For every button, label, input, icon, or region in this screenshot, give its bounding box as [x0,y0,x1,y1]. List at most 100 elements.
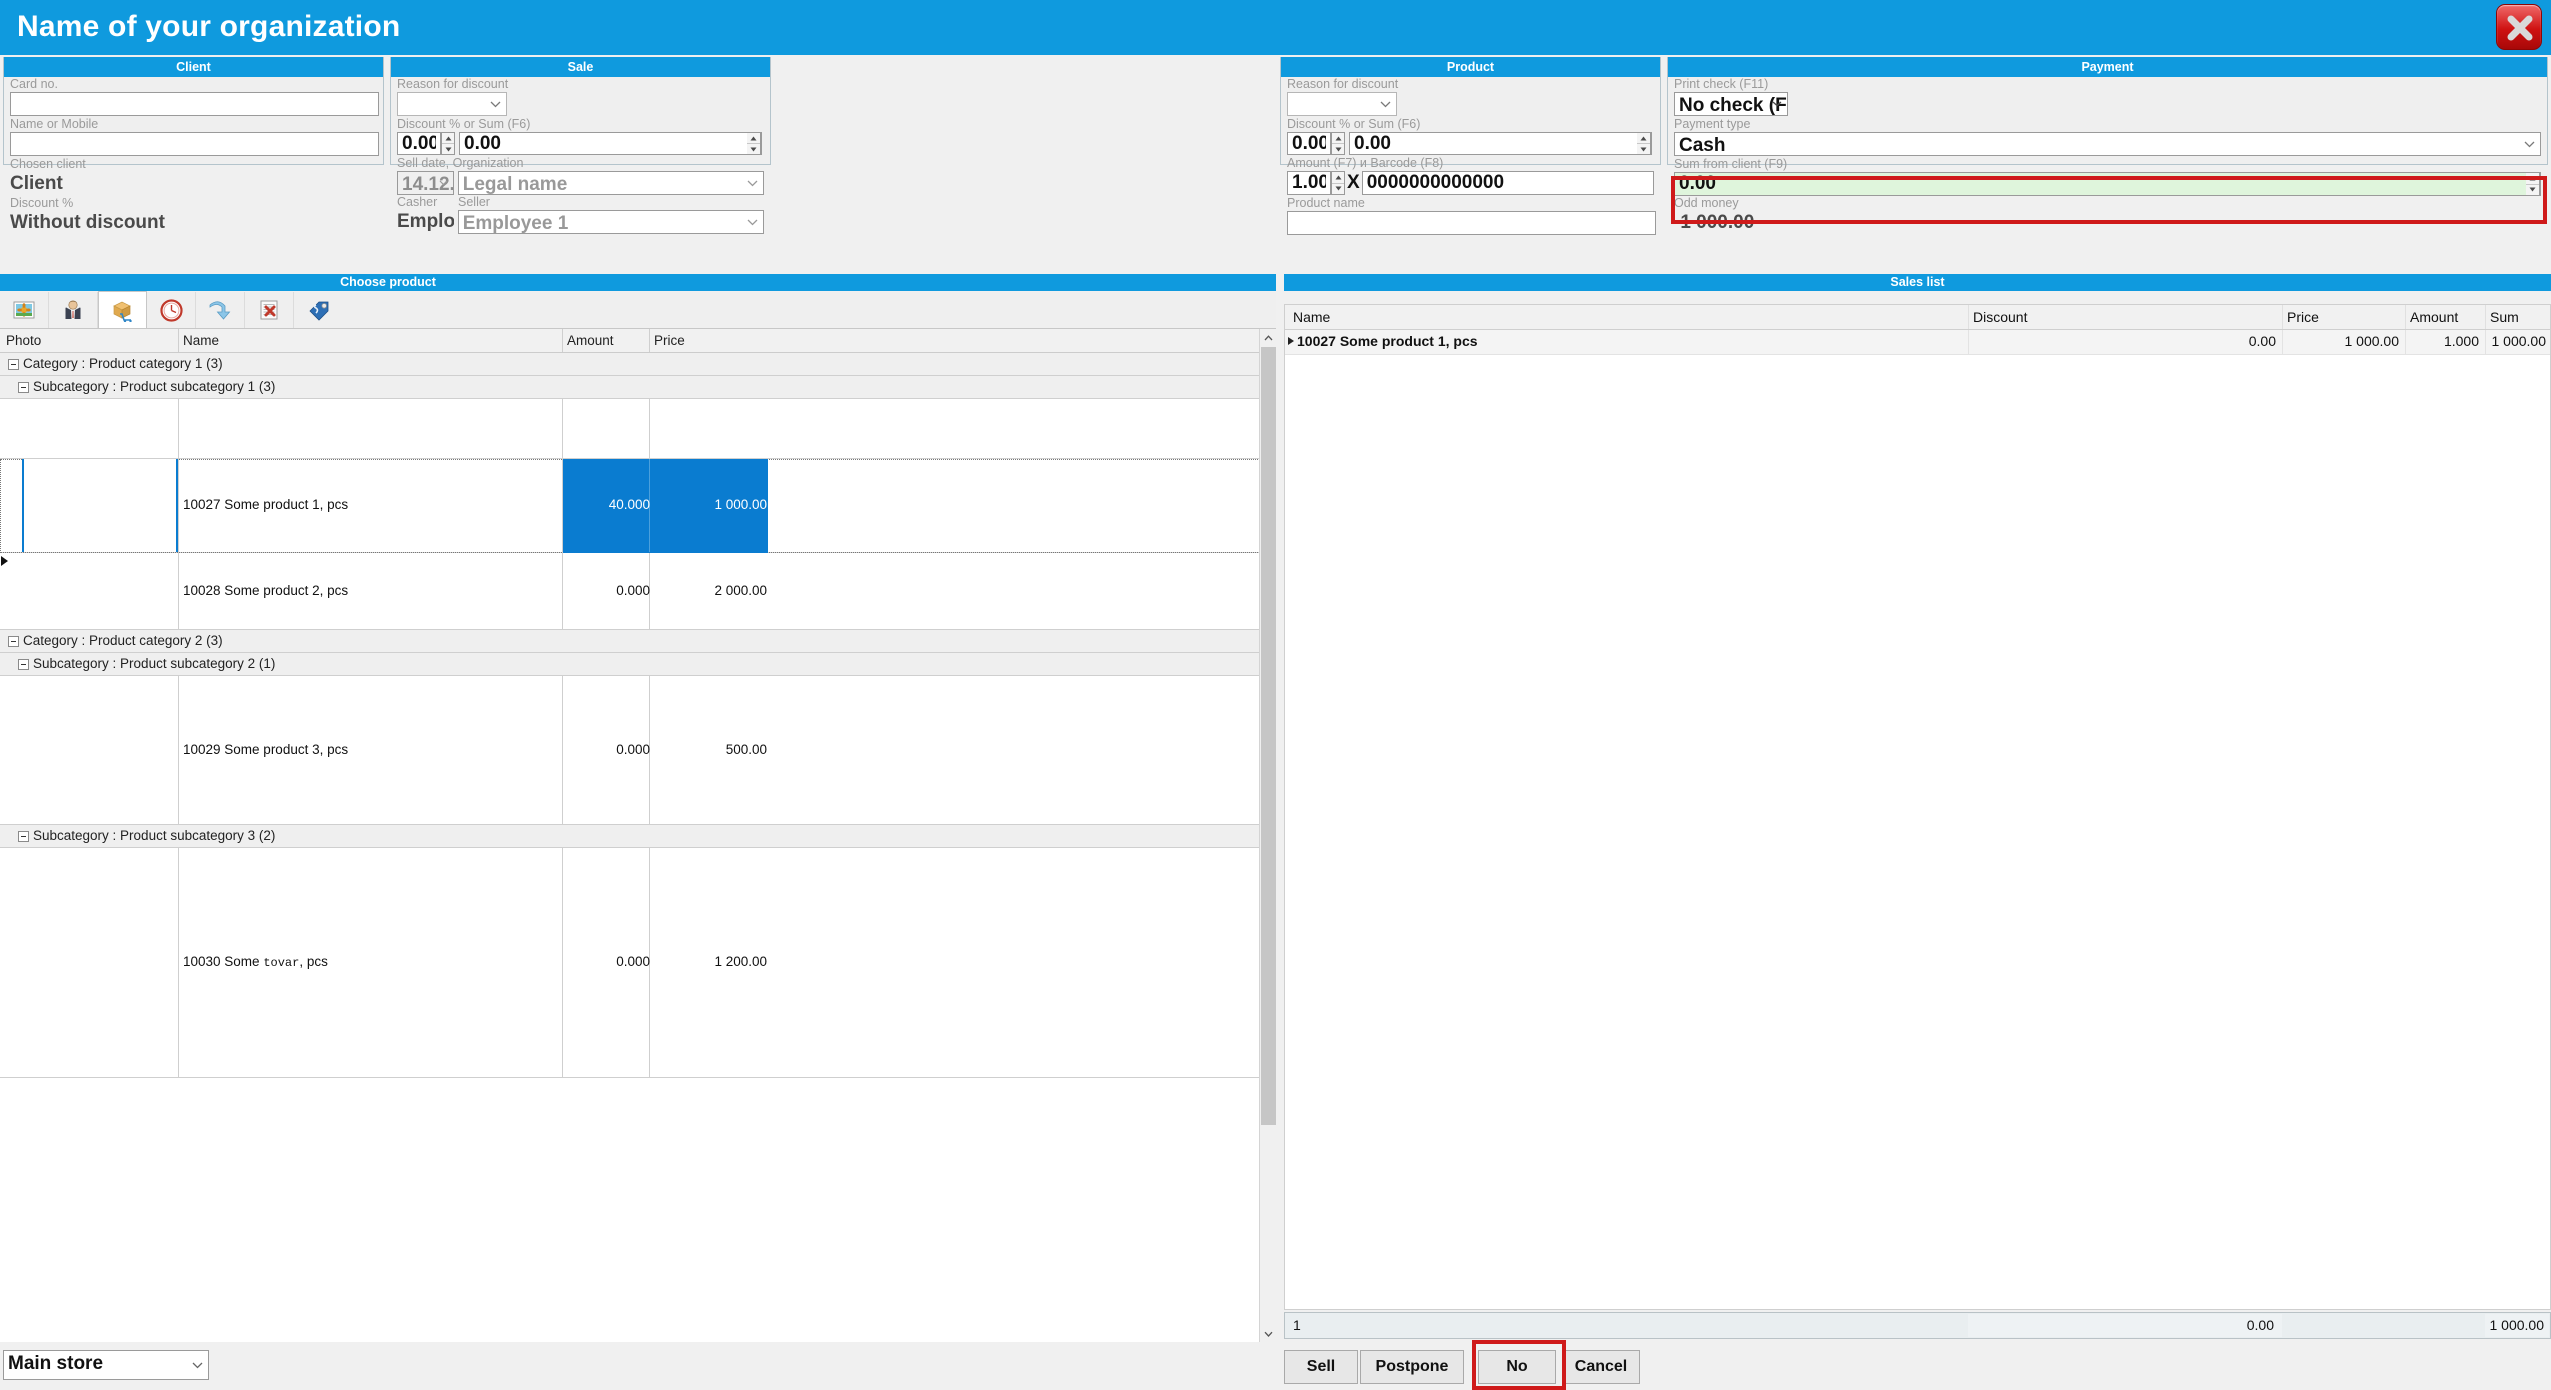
category-group-row[interactable]: Category : Product category 2 (3) [0,630,1276,653]
product-toolbar [0,291,1276,329]
scrollbar-thumb[interactable] [1261,347,1276,1125]
collapse-expander-icon[interactable] [8,359,19,370]
stepper-up-icon[interactable] [2526,173,2539,184]
group-label: Subcategory : Product subcategory 1 (3) [33,379,276,394]
col-discount[interactable]: Discount [1973,309,2027,325]
product-name-input[interactable] [1287,211,1656,235]
stepper-down-icon[interactable] [2526,183,2539,196]
clock-icon[interactable] [147,292,196,328]
sale-discount-sum-stepper[interactable] [747,132,761,155]
no-button[interactable]: No [1478,1350,1556,1384]
col-name[interactable]: Name [1293,309,1330,325]
sales-list-row[interactable]: 10027 Some product 1, pcs 0.00 1 000.00 1.0… [1285,330,2550,355]
product-discount-percent-stepper[interactable] [1331,132,1345,155]
product-row[interactable]: 10027 Some product 1, pcs 40.000 1 000.00 [0,459,1276,553]
sum-from-client-input[interactable] [1674,172,2541,196]
product-grid-rows: Category : Product category 1 (3) Subcate… [0,353,1276,1078]
col-amount[interactable]: Amount [2410,309,2458,325]
col-name[interactable]: Name [183,333,219,348]
category-group-row[interactable]: Category : Product category 1 (3) [0,353,1276,376]
row-marker-icon [1288,337,1294,345]
client-person-icon[interactable] [49,292,98,328]
stepper-up-icon[interactable] [1637,133,1650,143]
product-discount-percent-input[interactable] [1287,132,1331,155]
delete-document-icon[interactable] [245,292,294,328]
sell-date-select[interactable]: 14.12.2 [397,171,454,195]
sale-reason-select[interactable] [397,92,507,116]
price-tag-icon[interactable] [294,292,343,328]
stepper-down-icon[interactable] [442,143,454,154]
stepper-down-icon[interactable] [747,143,760,154]
close-icon[interactable] [2496,4,2542,50]
postpone-button[interactable]: Postpone [1360,1350,1464,1384]
product-price-cell: 500.00 [725,742,767,757]
product-photo-cell [22,848,178,1077]
product-photo-cell [22,676,178,824]
sum-from-client-stepper[interactable] [2526,172,2540,196]
arrow-return-icon[interactable] [196,292,245,328]
casher-value: Employee [397,211,454,232]
sales-list-rows: 10027 Some product 1, pcs 0.00 1 000.00 1.0… [1285,330,2550,355]
collapse-expander-icon[interactable] [18,659,29,670]
product-amount-cell: 0.000 [616,954,650,969]
product-row[interactable]: 10030 Some tovar, pcs 0.000 1 200.00 [0,848,1276,1078]
col-price[interactable]: Price [2287,309,2319,325]
collapse-expander-icon[interactable] [18,831,29,842]
product-panel-header: Product [1281,57,1660,77]
subcategory-group-row[interactable]: Subcategory : Product subcategory 2 (1) [0,653,1276,676]
stepper-up-icon[interactable] [1332,133,1344,143]
sales-list-footer: 1 0.00 1 000.00 [1284,1312,2551,1339]
product-row[interactable] [0,399,1276,459]
collapse-expander-icon[interactable] [18,382,29,393]
product-discount-sum-input[interactable] [1349,132,1652,155]
col-sum[interactable]: Sum [2490,309,2519,325]
card-no-input[interactable] [10,92,379,116]
sale-discount-percent-input[interactable] [397,132,441,155]
product-photo-cell [22,399,178,458]
subcategory-group-row[interactable]: Subcategory : Product subcategory 1 (3) [0,376,1276,399]
col-price[interactable]: Price [654,333,685,348]
product-reason-select[interactable] [1287,92,1397,116]
amount-input[interactable] [1287,171,1331,195]
chevron-down-icon [747,172,758,194]
sale-panel-header: Sale [391,57,770,77]
photo-icon[interactable] [0,292,49,328]
sell-button[interactable]: Sell [1284,1350,1358,1384]
product-row[interactable]: 10028 Some product 2, pcs 0.000 2 000.00 [0,553,1276,630]
collapse-expander-icon[interactable] [8,636,19,647]
product-box-cart-icon[interactable] [98,291,147,328]
stepper-down-icon[interactable] [1637,143,1650,154]
print-check-select[interactable]: No check (F11) [1674,92,1788,116]
store-select[interactable]: Main store [3,1350,209,1380]
stepper-up-icon[interactable] [1332,172,1344,183]
sales-list-grid[interactable]: Name Discount Price Amount Sum 10027 Som… [1284,304,2551,1310]
scroll-down-icon[interactable] [1260,1325,1276,1342]
stepper-up-icon[interactable] [747,133,760,143]
sale-discount-sum-input[interactable] [459,132,762,155]
col-amount[interactable]: Amount [567,333,614,348]
stepper-down-icon[interactable] [1332,182,1344,195]
chevron-down-icon [2524,133,2535,155]
seller-value: Employee 1 [462,213,569,234]
cancel-button[interactable]: Cancel [1562,1350,1640,1384]
product-grid-scrollbar[interactable] [1259,329,1276,1342]
product-photo-cell [22,553,178,629]
product-discount-sum-stepper[interactable] [1637,132,1651,155]
product-row[interactable]: 10029 Some product 3, pcs 0.000 500.00 [0,676,1276,825]
scroll-up-icon[interactable] [1260,329,1276,346]
casher-label: Casher [397,195,438,209]
product-grid[interactable]: Photo Name Amount Price Category : Produ… [0,329,1276,1342]
stepper-down-icon[interactable] [1332,143,1344,154]
subcategory-group-row[interactable]: Subcategory : Product subcategory 3 (2) [0,825,1276,848]
client-discount-label: Discount % [10,196,74,210]
amount-stepper[interactable] [1331,171,1345,195]
window-title: Name of your organization [17,10,401,43]
payment-type-select[interactable]: Cash [1674,132,2541,156]
seller-select[interactable]: Employee 1 [457,210,764,234]
barcode-input[interactable] [1361,171,1654,195]
sale-discount-percent-stepper[interactable] [441,132,455,155]
stepper-up-icon[interactable] [442,133,454,143]
col-photo[interactable]: Photo [6,333,41,348]
name-mobile-input[interactable] [10,132,379,156]
organization-select[interactable]: Legal name [457,171,764,195]
